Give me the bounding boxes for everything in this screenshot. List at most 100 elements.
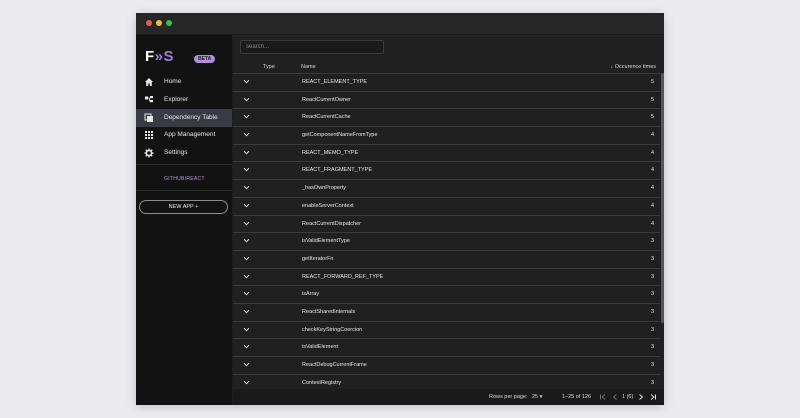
- search-input[interactable]: [240, 40, 384, 54]
- plus-icon: +: [195, 204, 199, 210]
- row-name: REACT_ELEMENT_TYPE: [302, 79, 368, 85]
- last-page-icon[interactable]: [649, 393, 657, 401]
- chevron-down-icon[interactable]: [243, 237, 250, 244]
- pagination-bar: Rows per page: 25 ▾ 1–25 of 126 1 (6): [233, 389, 664, 405]
- row-occurrence-count: 4: [650, 149, 654, 156]
- column-header-occurrence[interactable]: ↓ Occurence times: [610, 61, 656, 73]
- table-row[interactable]: REACT_FRAGMENT_TYPE 4: [233, 161, 660, 179]
- row-occurrence-count: 5: [650, 79, 654, 85]
- row-name: isValidElementType: [302, 238, 350, 245]
- row-occurrence-count: 3: [650, 308, 654, 315]
- chevron-down-icon[interactable]: [243, 113, 250, 120]
- chevron-down-icon[interactable]: [243, 220, 250, 227]
- next-page-icon[interactable]: [637, 393, 645, 401]
- chevron-down-icon[interactable]: [243, 96, 250, 103]
- app-window: F»S BETA Home Explorer Dependency Table …: [136, 13, 664, 405]
- table-row[interactable]: getIteratorFn 3: [233, 249, 660, 268]
- previous-page-icon[interactable]: [611, 393, 619, 401]
- row-name: ReactSharedInternals: [302, 308, 356, 315]
- sidebar-item-label: Explorer: [164, 96, 189, 103]
- dependency-table-icon: [144, 113, 153, 122]
- minimize-window-button[interactable]: [156, 20, 162, 26]
- row-name: enableServerContext: [302, 202, 354, 209]
- chevron-down-icon[interactable]: [243, 273, 250, 280]
- table-row[interactable]: ReactDebugCurrentFrame 3: [233, 356, 660, 374]
- sidebar-item-app-management[interactable]: App Management: [136, 126, 232, 144]
- pagination-range: 1–25 of 126: [562, 394, 592, 400]
- table-body: REACT_ELEMENT_TYPE 5 ReactCurrentOwner 5 Rea…: [233, 73, 660, 391]
- chevron-down-icon[interactable]: [243, 290, 250, 297]
- chevron-down-icon[interactable]: [243, 361, 250, 368]
- sidebar-item-label: App Management: [164, 131, 216, 138]
- chevron-down-icon[interactable]: [243, 166, 250, 173]
- table-row[interactable]: ReactCurrentDispatcher 4: [233, 214, 660, 233]
- sidebar-item-home[interactable]: Home: [136, 73, 232, 91]
- row-occurrence-count: 5: [650, 96, 654, 103]
- row-name: getComponentNameFromType: [302, 132, 378, 139]
- table-row[interactable]: REACT_MEMO_TYPE 4: [233, 143, 660, 162]
- table-row[interactable]: ReactSharedInternals 3: [233, 302, 660, 321]
- row-occurrence-count: 4: [650, 132, 654, 139]
- row-name: checkKeyStringCoercion: [302, 326, 363, 333]
- row-name: ReactCurrentDispatcher: [302, 220, 361, 227]
- column-header-type[interactable]: Type: [263, 61, 275, 73]
- sidebar-item-dependency-table[interactable]: Dependency Table: [136, 109, 232, 127]
- row-name: isArray: [302, 291, 320, 298]
- row-occurrence-count: 4: [650, 185, 654, 192]
- row-name: ReactCurrentOwner: [302, 96, 351, 103]
- row-occurrence-count: 3: [650, 273, 654, 280]
- chevron-down-icon[interactable]: [243, 255, 250, 262]
- chevron-down-icon[interactable]: [243, 379, 250, 386]
- title-bar: [136, 13, 664, 35]
- table-header: Type Name ↓ Occurence times: [233, 61, 664, 73]
- row-name: REACT_FRAGMENT_TYPE: [302, 167, 372, 174]
- repo-name[interactable]: GITHUB/REACT: [164, 176, 205, 182]
- rows-per-page-label: Rows per page:: [489, 394, 528, 400]
- row-name: ReactCurrentCache: [302, 114, 351, 121]
- chevron-down-icon[interactable]: [243, 202, 250, 209]
- first-page-icon[interactable]: [599, 393, 607, 401]
- chevron-down-icon[interactable]: [243, 78, 250, 85]
- table-row[interactable]: isValidElementType 3: [233, 232, 660, 250]
- sidebar-item-label: Dependency Table: [164, 114, 218, 121]
- table-row[interactable]: ReactCurrentCache 5: [233, 108, 660, 126]
- chevron-down-icon[interactable]: [243, 184, 250, 191]
- sidebar-divider: [136, 164, 232, 165]
- table-row[interactable]: REACT_FORWARD_REF_TYPE 3: [233, 267, 660, 286]
- grid-icon: [145, 131, 153, 139]
- chevron-down-icon[interactable]: [243, 149, 250, 156]
- table-row[interactable]: enableServerContext 4: [233, 196, 660, 215]
- main-content: Type Name ↓ Occurence times REACT_ELEMEN…: [233, 35, 664, 405]
- table-row[interactable]: isArray 3: [233, 285, 660, 303]
- table-row[interactable]: isValidElement 3: [233, 338, 660, 356]
- row-name: isValidElement: [302, 344, 338, 351]
- table-row[interactable]: getComponentNameFromType 4: [233, 126, 660, 144]
- row-name: REACT_FORWARD_REF_TYPE: [302, 273, 384, 280]
- sidebar-item-label: Home: [164, 78, 182, 85]
- table-row[interactable]: checkKeyStringCoercion 3: [233, 320, 660, 339]
- new-app-label: NEW APP: [168, 204, 194, 210]
- row-name: _hasOwnProperty: [302, 185, 347, 192]
- close-window-button[interactable]: [146, 20, 152, 26]
- row-name: ReactDebugCurrentFrame: [302, 362, 367, 368]
- row-occurrence-count: 3: [650, 238, 654, 245]
- row-occurrence-count: 3: [650, 344, 654, 351]
- column-header-occurrence-label: Occurence times: [614, 64, 656, 70]
- row-occurrence-count: 3: [650, 326, 654, 333]
- chevron-down-icon[interactable]: [243, 326, 250, 333]
- table-row[interactable]: _hasOwnProperty 4: [233, 179, 660, 197]
- scrollbar-thumb[interactable]: [661, 73, 664, 323]
- chevron-down-icon[interactable]: [243, 131, 250, 138]
- chevron-down-icon[interactable]: [243, 343, 250, 350]
- chevron-down-icon[interactable]: [243, 308, 250, 315]
- new-app-button[interactable]: NEW APP +: [139, 200, 228, 214]
- maximize-window-button[interactable]: [166, 20, 172, 26]
- sidebar-item-explorer[interactable]: Explorer: [136, 91, 232, 109]
- table-row[interactable]: REACT_ELEMENT_TYPE 5: [233, 73, 660, 91]
- app-logo[interactable]: F»S: [145, 49, 174, 65]
- sidebar-item-settings[interactable]: Settings: [136, 144, 232, 162]
- column-header-name[interactable]: Name: [301, 61, 316, 73]
- row-occurrence-count: 5: [650, 114, 654, 121]
- rows-per-page-select[interactable]: 25 ▾: [532, 389, 542, 405]
- table-row[interactable]: ReactCurrentOwner 5: [233, 90, 660, 109]
